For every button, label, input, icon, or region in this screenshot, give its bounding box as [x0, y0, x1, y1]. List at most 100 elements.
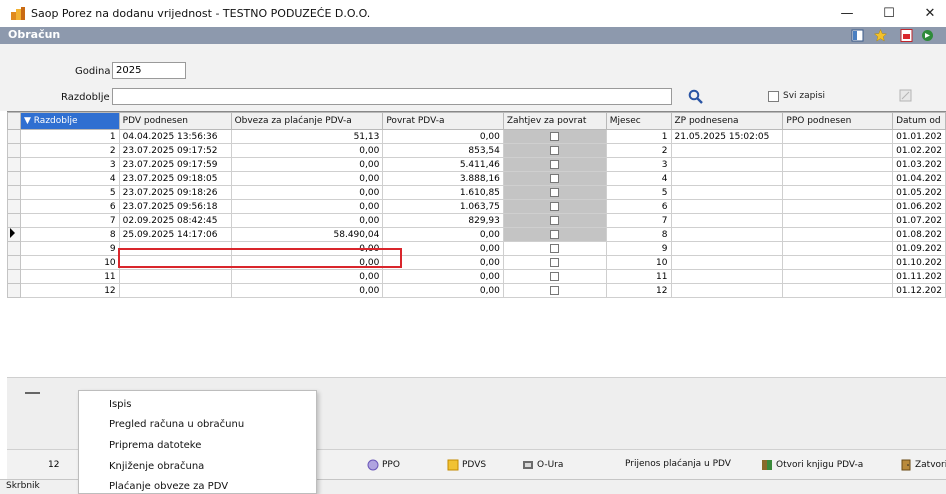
- ppo-button[interactable]: PPO: [367, 459, 400, 471]
- zahtjev-checkbox[interactable]: [550, 271, 560, 281]
- cell-razdoblje[interactable]: 4: [19, 171, 120, 186]
- zahtjev-checkbox[interactable]: [550, 201, 560, 211]
- cell-obveza[interactable]: 0,00: [230, 157, 384, 172]
- menu-item-knjizenje-obracuna[interactable]: Knjiženje obračuna: [109, 461, 204, 472]
- cell-razdoblje[interactable]: 5: [19, 185, 120, 200]
- cell-zahtjev[interactable]: [502, 283, 607, 298]
- search-icon[interactable]: [688, 89, 704, 105]
- column-header-pdv-podnesen[interactable]: PDV podnesen: [118, 112, 232, 130]
- zahtjev-checkbox[interactable]: [550, 187, 560, 197]
- cell-mjesec[interactable]: 12: [605, 283, 672, 298]
- menu-item-priprema-datoteke[interactable]: Priprema datoteke: [109, 440, 201, 451]
- cell-datum-od[interactable]: 01.10.202: [892, 255, 946, 270]
- cell-pdv-podnesen[interactable]: 23.07.2025 09:18:05: [118, 171, 232, 186]
- menu-item-pregled-racuna[interactable]: Pregled računa u obračunu: [109, 419, 244, 430]
- cell-datum-od[interactable]: 01.08.202: [892, 227, 946, 242]
- cell-mjesec[interactable]: 3: [605, 157, 672, 172]
- cell-zp-podnesena[interactable]: [670, 171, 784, 186]
- row-indicator[interactable]: [7, 213, 21, 228]
- cell-obveza[interactable]: 0,00: [230, 171, 384, 186]
- cell-ppo-podnesen[interactable]: [782, 283, 894, 298]
- cell-zp-podnesena[interactable]: [670, 227, 784, 242]
- row-indicator[interactable]: [7, 129, 21, 144]
- cell-mjesec[interactable]: 5: [605, 185, 672, 200]
- cell-obveza[interactable]: 0,00: [230, 269, 384, 284]
- column-header-povrat[interactable]: Povrat PDV-a: [382, 112, 504, 130]
- clear-filter-icon[interactable]: [899, 89, 912, 102]
- cell-mjesec[interactable]: 8: [605, 227, 672, 242]
- cell-ppo-podnesen[interactable]: [782, 213, 894, 228]
- cell-povrat[interactable]: 1.610,85: [382, 185, 504, 200]
- row-indicator[interactable]: [7, 171, 21, 186]
- cell-datum-od[interactable]: 01.07.202: [892, 213, 946, 228]
- export-icon[interactable]: [921, 29, 934, 42]
- column-header-mjesec[interactable]: Mjesec: [605, 112, 672, 130]
- cell-zp-podnesena[interactable]: [670, 185, 784, 200]
- cell-obveza[interactable]: 0,00: [230, 283, 384, 298]
- zahtjev-checkbox[interactable]: [550, 229, 560, 239]
- table-row[interactable]: 12 0,00 0,00 12 01.12.202: [7, 283, 946, 298]
- cell-pdv-podnesen[interactable]: 25.09.2025 14:17:06: [118, 227, 232, 242]
- maximize-button[interactable]: ☐: [877, 4, 901, 24]
- cell-pdv-podnesen[interactable]: 23.07.2025 09:17:59: [118, 157, 232, 172]
- cell-pdv-podnesen[interactable]: [118, 269, 232, 284]
- cell-zahtjev[interactable]: [502, 129, 607, 144]
- cell-pdv-podnesen[interactable]: 23.07.2025 09:18:26: [118, 185, 232, 200]
- zahtjev-checkbox[interactable]: [550, 243, 560, 253]
- cell-razdoblje[interactable]: 10: [19, 255, 120, 270]
- cell-pdv-podnesen[interactable]: 02.09.2025 08:42:45: [118, 213, 232, 228]
- minimize-button[interactable]: —: [835, 4, 859, 24]
- cell-povrat[interactable]: 3.888,16: [382, 171, 504, 186]
- cell-zp-podnesena[interactable]: 21.05.2025 15:02:05: [670, 129, 784, 144]
- zahtjev-checkbox[interactable]: [550, 285, 560, 295]
- column-header-zp-podnesena[interactable]: ZP podnesena: [670, 112, 784, 130]
- cell-datum-od[interactable]: 01.12.202: [892, 283, 946, 298]
- svi-zapisi-checkbox[interactable]: [768, 91, 779, 102]
- cell-povrat[interactable]: 0,00: [382, 283, 504, 298]
- cell-zp-podnesena[interactable]: [670, 213, 784, 228]
- cell-zahtjev[interactable]: [502, 185, 607, 200]
- cell-zp-podnesena[interactable]: [670, 241, 784, 256]
- star-icon[interactable]: [874, 29, 887, 42]
- table-row[interactable]: 3 23.07.2025 09:17:59 0,00 5.411,46 3 01.03.2…: [7, 157, 946, 172]
- row-indicator[interactable]: [7, 143, 21, 158]
- menu-item-placanje-obveze[interactable]: Plaćanje obveze za PDV: [109, 481, 228, 492]
- cell-obveza[interactable]: 51,13: [230, 129, 384, 144]
- cell-obveza[interactable]: 0,00: [230, 185, 384, 200]
- cell-povrat[interactable]: 829,93: [382, 213, 504, 228]
- table-row[interactable]: 8 25.09.2025 14:17:06 58.490,04 0,00 8 01.08.…: [7, 227, 946, 242]
- cell-mjesec[interactable]: 1: [605, 129, 672, 144]
- cell-povrat[interactable]: 853,54: [382, 143, 504, 158]
- row-indicator[interactable]: [7, 269, 21, 284]
- row-indicator[interactable]: [7, 185, 21, 200]
- grid-view-icon[interactable]: [851, 29, 864, 42]
- cell-ppo-podnesen[interactable]: [782, 129, 894, 144]
- cell-datum-od[interactable]: 01.06.202: [892, 199, 946, 214]
- cell-razdoblje[interactable]: 12: [19, 283, 120, 298]
- cell-zahtjev[interactable]: [502, 241, 607, 256]
- cell-razdoblje[interactable]: 3: [19, 157, 120, 172]
- cell-ppo-podnesen[interactable]: [782, 199, 894, 214]
- cell-ppo-podnesen[interactable]: [782, 255, 894, 270]
- cell-pdv-podnesen[interactable]: 23.07.2025 09:56:18: [118, 199, 232, 214]
- cell-zp-podnesena[interactable]: [670, 143, 784, 158]
- cell-datum-od[interactable]: 01.03.202: [892, 157, 946, 172]
- row-indicator[interactable]: [7, 283, 21, 298]
- cell-zp-podnesena[interactable]: [670, 283, 784, 298]
- cell-datum-od[interactable]: 01.09.202: [892, 241, 946, 256]
- column-header-datum-od[interactable]: Datum od: [892, 112, 946, 130]
- zahtjev-checkbox[interactable]: [550, 173, 560, 183]
- cell-mjesec[interactable]: 7: [605, 213, 672, 228]
- cell-zahtjev[interactable]: [502, 143, 607, 158]
- zatvori-button[interactable]: Zatvori: [900, 459, 946, 471]
- table-row[interactable]: 11 0,00 0,00 11 01.11.202: [7, 269, 946, 284]
- cell-zahtjev[interactable]: [502, 199, 607, 214]
- cell-datum-od[interactable]: 01.05.202: [892, 185, 946, 200]
- cell-razdoblje[interactable]: 9: [19, 241, 120, 256]
- cell-razdoblje[interactable]: 7: [19, 213, 120, 228]
- pdvs-button[interactable]: PDVS: [447, 459, 486, 471]
- zahtjev-checkbox[interactable]: [550, 131, 560, 141]
- cell-povrat[interactable]: 0,00: [382, 129, 504, 144]
- column-header-obveza[interactable]: Obveza za plaćanje PDV-a: [230, 112, 384, 130]
- razdoblje-input[interactable]: [112, 88, 672, 105]
